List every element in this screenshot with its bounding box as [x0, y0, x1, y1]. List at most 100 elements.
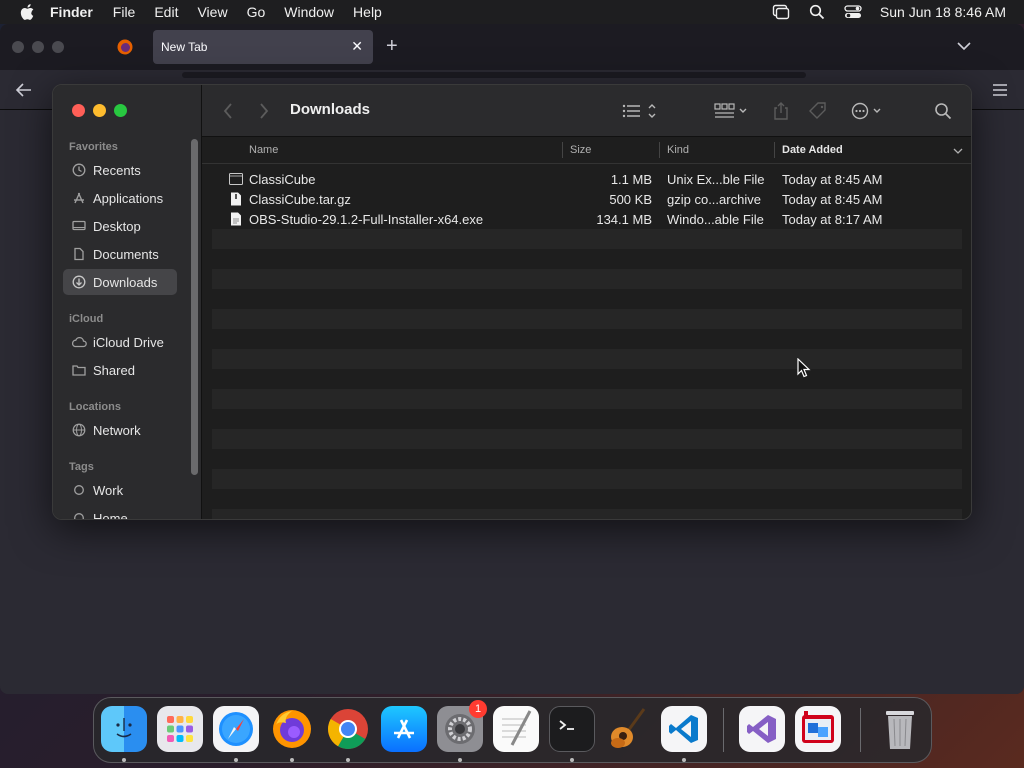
menu-bar-clock[interactable]: Sun Jun 18 8:46 AM — [880, 4, 1006, 20]
dock-terminal-icon[interactable] — [549, 706, 595, 752]
column-header-name[interactable]: Name — [249, 144, 278, 156]
url-bar[interactable] — [182, 72, 806, 78]
sidebar-item-desktop[interactable]: Desktop — [63, 213, 177, 239]
hamburger-menu-icon[interactable] — [990, 80, 1010, 100]
dock-garageband-icon[interactable] — [605, 706, 651, 752]
empty-row — [212, 409, 962, 429]
sidebar-item-label: Applications — [93, 190, 164, 206]
column-header-size[interactable]: Size — [570, 144, 591, 156]
sort-descending-icon[interactable] — [953, 147, 963, 155]
zoom-button[interactable] — [114, 104, 127, 117]
browser-tab-new-tab[interactable]: New Tab ✕ — [153, 30, 373, 64]
clock-icon — [71, 162, 87, 178]
browser-minimize-dot[interactable] — [32, 41, 44, 53]
column-separator[interactable] — [562, 142, 563, 158]
file-row-classicube-tar-gz[interactable]: ClassiCube.tar.gz 500 KB gzip co...archi… — [212, 189, 962, 209]
sidebar-item-recents[interactable]: Recents — [63, 157, 177, 183]
sidebar-item-label: Documents — [93, 246, 159, 262]
file-date-added: Today at 8:45 AM — [782, 172, 883, 187]
minimize-button[interactable] — [93, 104, 106, 117]
new-tab-button[interactable]: + — [386, 35, 398, 58]
sidebar-item-label: Network — [93, 422, 141, 438]
sidebar-item-downloads[interactable]: Downloads — [63, 269, 177, 295]
browser-tab-close-icon[interactable]: ✕ — [351, 38, 363, 55]
file-kind: Unix Ex...ble File — [667, 172, 765, 187]
empty-row — [212, 489, 962, 509]
finder-window: Favorites Recents Applications Desktop D… — [52, 84, 972, 520]
dock-vscode-icon[interactable] — [661, 706, 707, 752]
sidebar-section-locations: Locations — [69, 401, 121, 413]
screen-mirroring-icon[interactable] — [772, 3, 790, 21]
window-title: Downloads — [290, 101, 371, 118]
menu-file[interactable]: File — [113, 4, 136, 20]
dock-running-indicator — [346, 758, 350, 762]
sidebar-item-applications[interactable]: Applications — [63, 185, 177, 211]
sidebar-scrollbar[interactable] — [191, 139, 198, 475]
spotlight-search-icon[interactable] — [808, 3, 826, 21]
close-button[interactable] — [72, 104, 85, 117]
sidebar-item-shared[interactable]: Shared — [63, 357, 177, 383]
menu-bar: Finder File Edit View Go Window Help Sun… — [0, 0, 1024, 24]
sidebar-item-tag-home[interactable]: Home — [63, 505, 177, 519]
sidebar-item-documents[interactable]: Documents — [63, 241, 177, 267]
empty-row — [212, 469, 962, 489]
share-button[interactable] — [772, 101, 790, 121]
dock-running-indicator — [122, 758, 126, 762]
column-separator[interactable] — [774, 142, 775, 158]
firefox-view-icon[interactable] — [116, 38, 134, 56]
sidebar-item-network[interactable]: Network — [63, 417, 177, 443]
dock-safari-icon[interactable] — [213, 706, 259, 752]
empty-row — [212, 229, 962, 249]
apple-menu-icon[interactable] — [18, 2, 38, 22]
tag-icon — [809, 102, 826, 119]
dock-app-store-icon[interactable] — [381, 706, 427, 752]
column-separator[interactable] — [659, 142, 660, 158]
dock-parallels-icon[interactable] — [795, 706, 841, 752]
file-date-added: Today at 8:17 AM — [782, 212, 883, 227]
dock-trash-icon[interactable] — [877, 706, 923, 752]
dock-textedit-icon[interactable] — [493, 706, 539, 752]
applications-icon — [71, 190, 87, 206]
download-icon — [71, 274, 87, 290]
group-grid-icon — [714, 103, 747, 118]
file-row-obs-installer[interactable]: OBS-Studio-29.1.2-Full-Installer-x64.exe… — [212, 209, 962, 229]
action-menu-button[interactable] — [850, 101, 886, 121]
menu-edit[interactable]: Edit — [154, 4, 178, 20]
menu-view[interactable]: View — [197, 4, 227, 20]
dock-visual-studio-icon[interactable] — [739, 706, 785, 752]
back-button[interactable] — [222, 101, 234, 121]
control-center-icon[interactable] — [844, 3, 862, 21]
column-header-date-added[interactable]: Date Added — [782, 144, 843, 156]
forward-button[interactable] — [258, 101, 270, 121]
dock-running-indicator — [458, 758, 462, 762]
empty-row — [212, 449, 962, 469]
column-header-kind[interactable]: Kind — [667, 144, 689, 156]
cloud-icon — [71, 334, 87, 350]
menu-app-name[interactable]: Finder — [50, 4, 93, 20]
document-icon — [71, 246, 87, 262]
search-button[interactable] — [934, 101, 952, 121]
menu-help[interactable]: Help — [353, 4, 382, 20]
menu-go[interactable]: Go — [247, 4, 266, 20]
group-button[interactable] — [714, 101, 750, 121]
empty-row — [212, 309, 962, 329]
dock-firefox-icon[interactable] — [269, 706, 315, 752]
menu-window[interactable]: Window — [284, 4, 334, 20]
dock-chrome-icon[interactable] — [325, 706, 371, 752]
view-options-button[interactable] — [622, 101, 662, 121]
back-arrow-icon[interactable] — [14, 80, 34, 100]
dock-running-indicator — [682, 758, 686, 762]
sidebar-item-tag-work[interactable]: Work — [63, 477, 177, 503]
dock-finder-icon[interactable] — [101, 706, 147, 752]
tags-button[interactable] — [808, 101, 828, 121]
sidebar-item-icloud-drive[interactable]: iCloud Drive — [63, 329, 177, 355]
list-all-tabs-icon[interactable] — [956, 38, 972, 54]
browser-close-dot[interactable] — [12, 41, 24, 53]
browser-zoom-dot[interactable] — [52, 41, 64, 53]
dock-launchpad-icon[interactable] — [157, 706, 203, 752]
search-icon — [935, 103, 952, 120]
empty-row — [212, 369, 962, 389]
file-row-classicube[interactable]: ClassiCube 1.1 MB Unix Ex...ble File Tod… — [212, 169, 962, 189]
ellipsis-circle-icon — [851, 102, 881, 120]
shared-folder-icon — [71, 362, 87, 378]
